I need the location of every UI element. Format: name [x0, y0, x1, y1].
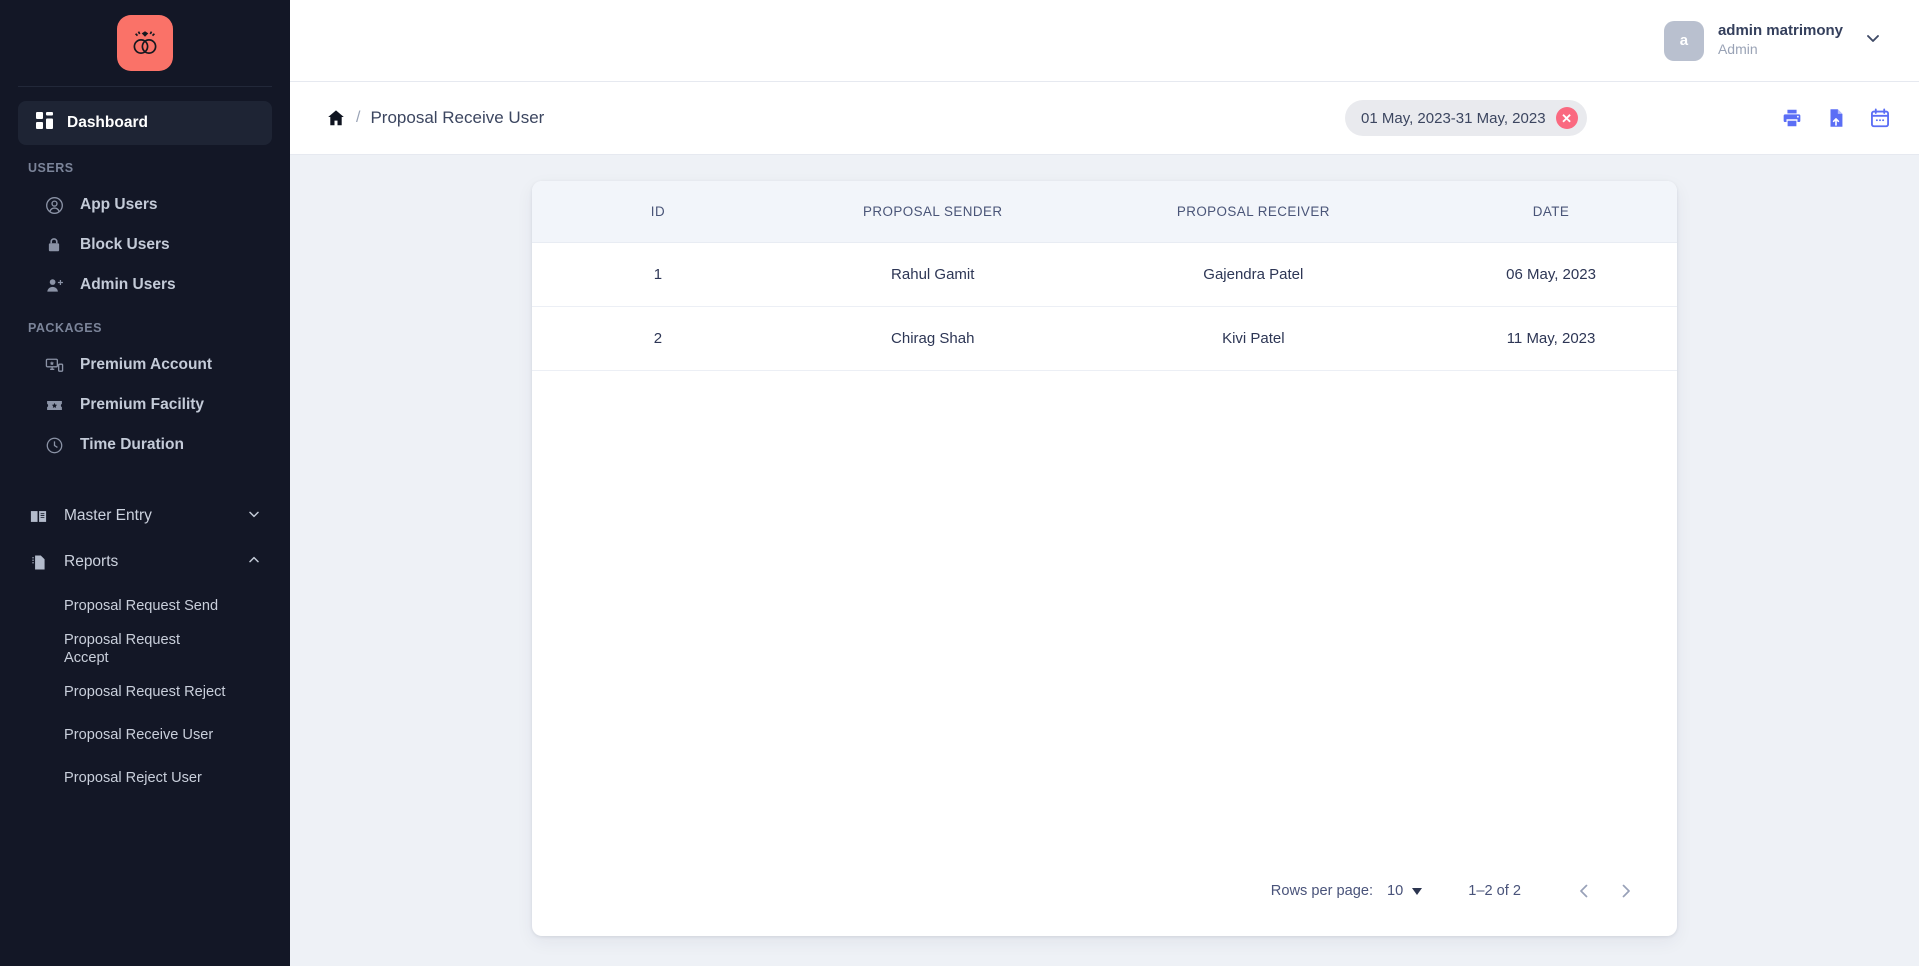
sidebar-item-label: Dashboard	[67, 114, 148, 131]
home-icon[interactable]	[326, 108, 346, 128]
user-add-icon	[44, 275, 64, 295]
pagination-prev-button[interactable]	[1563, 870, 1605, 912]
sidebar-item-premium-account[interactable]: Premium Account	[0, 345, 290, 385]
sidebar-group-reports[interactable]: Reports	[0, 539, 290, 585]
proposal-receive-user-table: ID PROPOSAL SENDER PROPOSAL RECEIVER DAT…	[532, 181, 1677, 371]
pagination: Rows per page: 10 1–2 of 2	[532, 870, 1677, 936]
column-header-date[interactable]: DATE	[1425, 181, 1677, 243]
chevron-down-icon	[246, 506, 262, 527]
dashboard-grid-icon	[36, 112, 53, 134]
cell-receiver: Gajendra Patel	[1081, 242, 1426, 307]
cell-date: 06 May, 2023	[1425, 242, 1677, 307]
report-table-card: ID PROPOSAL SENDER PROPOSAL RECEIVER DAT…	[532, 181, 1677, 936]
sidebar-item-label: Admin Users	[80, 276, 176, 293]
sidebar-item-proposal-request-accept[interactable]: Proposal Request Accept	[0, 628, 290, 671]
wedding-rings-icon	[117, 15, 173, 71]
user-profile-menu[interactable]: a admin matrimony Admin	[1663, 20, 1883, 61]
sidebar-item-proposal-receive-user[interactable]: Proposal Receive User	[0, 714, 290, 757]
user-info: admin matrimony Admin	[1718, 22, 1843, 58]
sidebar-group-label: Reports	[64, 553, 119, 570]
pagination-next-button[interactable]	[1605, 870, 1647, 912]
page-title: Proposal Receive User	[370, 108, 545, 127]
table-body: 1 Rahul Gamit Gajendra Patel 06 May, 202…	[532, 242, 1677, 371]
user-circle-icon	[44, 195, 64, 215]
sidebar-item-app-users[interactable]: App Users	[0, 185, 290, 225]
print-icon[interactable]	[1781, 107, 1803, 129]
report-actions-toolbar	[1781, 107, 1891, 129]
sidebar-item-dashboard[interactable]: Dashboard	[18, 101, 272, 145]
pagination-range: 1–2 of 2	[1468, 883, 1521, 899]
app-root: Dashboard USERS App Users Block Users Ad…	[0, 0, 1919, 966]
column-header-proposal-receiver[interactable]: PROPOSAL RECEIVER	[1081, 181, 1426, 243]
lock-icon	[44, 235, 64, 255]
sidebar-divider	[18, 86, 272, 87]
cell-id: 1	[532, 242, 784, 307]
avatar: a	[1663, 20, 1704, 61]
chevron-up-icon	[246, 552, 262, 573]
sidebar-item-admin-users[interactable]: Admin Users	[0, 265, 290, 305]
sidebar-item-time-duration[interactable]: Time Duration	[0, 425, 290, 465]
caret-down-icon	[1412, 887, 1423, 895]
devices-star-icon	[44, 355, 64, 375]
sidebar-group-label: Master Entry	[64, 507, 152, 524]
cell-receiver: Kivi Patel	[1081, 306, 1426, 371]
sidebar-section-packages: PACKAGES	[28, 321, 102, 335]
sidebar-item-label: App Users	[80, 196, 158, 213]
column-header-id[interactable]: ID	[532, 181, 784, 243]
breadcrumb-bar: / Proposal Receive User 01 May, 2023-31 …	[290, 82, 1919, 155]
main-area: a admin matrimony Admin / Proposal Recei…	[290, 0, 1919, 966]
sidebar-group-master-entry[interactable]: Master Entry	[0, 493, 290, 539]
sidebar-item-premium-facility[interactable]: Premium Facility	[0, 385, 290, 425]
export-file-icon[interactable]	[1825, 107, 1847, 129]
book-icon	[28, 506, 48, 526]
column-header-proposal-sender[interactable]: PROPOSAL SENDER	[783, 181, 1082, 243]
sidebar-item-proposal-reject-user[interactable]: Proposal Reject User	[0, 757, 290, 800]
rows-per-page-label: Rows per page:	[1270, 883, 1374, 899]
sidebar-item-block-users[interactable]: Block Users	[0, 225, 290, 265]
cell-id: 2	[532, 306, 784, 371]
cell-sender: Chirag Shah	[783, 306, 1082, 371]
top-header: a admin matrimony Admin	[290, 0, 1919, 82]
sidebar-item-label: Premium Facility	[80, 396, 205, 413]
sidebar-item-label: Block Users	[80, 236, 170, 253]
table-row[interactable]: 2 Chirag Shah Kivi Patel 11 May, 2023	[532, 306, 1677, 371]
breadcrumb-separator: /	[356, 109, 361, 126]
content-area: ID PROPOSAL SENDER PROPOSAL RECEIVER DAT…	[290, 155, 1919, 966]
sidebar-item-label: Proposal Request Accept	[64, 631, 181, 666]
date-range-chip[interactable]: 01 May, 2023-31 May, 2023 ✕	[1345, 100, 1587, 136]
sidebar-item-proposal-request-reject[interactable]: Proposal Request Reject	[0, 671, 290, 714]
cell-date: 11 May, 2023	[1425, 306, 1677, 371]
close-circle-icon[interactable]: ✕	[1555, 107, 1578, 129]
sidebar: Dashboard USERS App Users Block Users Ad…	[0, 0, 290, 966]
clock-icon	[44, 435, 64, 455]
user-role: Admin	[1717, 41, 1758, 58]
table-header-row: ID PROPOSAL SENDER PROPOSAL RECEIVER DAT…	[532, 181, 1677, 243]
rows-per-page-value: 10	[1387, 883, 1404, 899]
sidebar-item-proposal-request-send[interactable]: Proposal Request Send	[0, 585, 290, 628]
breadcrumb: / Proposal Receive User	[326, 108, 544, 128]
ticket-star-icon	[44, 395, 64, 415]
sidebar-item-label: Premium Account	[80, 356, 213, 373]
brand-logo[interactable]	[0, 0, 290, 86]
document-icon	[28, 552, 48, 572]
table-empty-space	[532, 371, 1677, 870]
calendar-icon[interactable]	[1869, 107, 1891, 129]
cell-sender: Rahul Gamit	[783, 242, 1082, 307]
sidebar-item-label: Time Duration	[80, 436, 184, 453]
chevron-down-icon[interactable]	[1863, 28, 1883, 53]
table-row[interactable]: 1 Rahul Gamit Gajendra Patel 06 May, 202…	[532, 242, 1677, 307]
rows-per-page-select[interactable]: 10	[1387, 883, 1423, 899]
table-head: ID PROPOSAL SENDER PROPOSAL RECEIVER DAT…	[532, 181, 1677, 243]
sidebar-section-users: USERS	[28, 161, 74, 175]
user-name: admin matrimony	[1717, 22, 1843, 40]
date-range-label: 01 May, 2023-31 May, 2023	[1361, 109, 1546, 127]
